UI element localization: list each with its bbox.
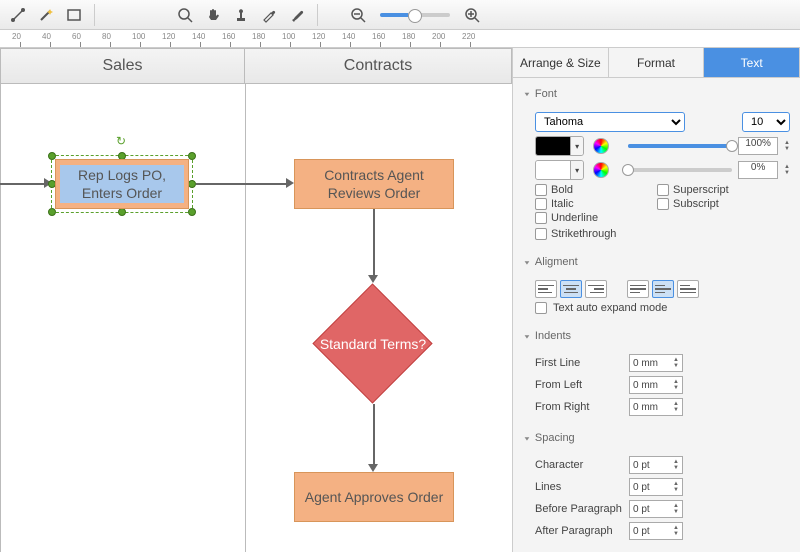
lane-border [245, 84, 246, 552]
node-label: Agent Approves Order [305, 488, 444, 506]
tab-format[interactable]: Format [609, 48, 705, 77]
eyedropper-icon[interactable] [257, 3, 281, 27]
arrow-head-icon [368, 275, 378, 283]
edge [196, 183, 286, 185]
node-rep-logs-po[interactable]: Rep Logs PO, Enters Order [55, 159, 189, 209]
fill-color-picker[interactable]: ▾ [535, 160, 584, 180]
subscript-checkbox[interactable] [657, 198, 669, 210]
node-label: Standard Terms? [320, 335, 426, 353]
separator [317, 4, 318, 26]
zoom-slider[interactable] [380, 13, 450, 17]
fill-opacity-slider[interactable] [628, 168, 732, 172]
tab-text[interactable]: Text [704, 48, 800, 77]
spacing-before-input[interactable]: 0 pt▲▼ [629, 500, 683, 518]
node-agent-approves[interactable]: Agent Approves Order [294, 472, 454, 522]
color-wheel-icon[interactable] [593, 162, 608, 178]
node-label: Rep Logs PO, Enters Order [60, 165, 184, 203]
section-font[interactable]: Font [523, 84, 790, 104]
arrow-head-icon [368, 464, 378, 472]
tool-rect-icon[interactable] [62, 3, 86, 27]
lane-title: Contracts [344, 57, 412, 75]
edge [373, 404, 375, 464]
align-right-button[interactable] [585, 280, 607, 298]
spacing-character-input[interactable]: 0 pt▲▼ [629, 456, 683, 474]
font-family-select[interactable]: Tahoma [535, 112, 685, 132]
spacing-after-input[interactable]: 0 pt▲▼ [629, 522, 683, 540]
valign-top-button[interactable] [627, 280, 649, 298]
hand-tool-icon[interactable] [201, 3, 225, 27]
zoom-tool-icon[interactable] [173, 3, 197, 27]
fill-opacity-value[interactable]: 0% [738, 161, 778, 179]
auto-expand-checkbox[interactable] [535, 302, 547, 314]
stepper-icon[interactable]: ▲▼ [784, 164, 790, 176]
tab-arrange[interactable]: Arrange & Size [513, 48, 609, 77]
stepper-icon[interactable]: ▲▼ [784, 140, 790, 152]
italic-checkbox[interactable] [535, 198, 547, 210]
inspector-body: Font Tahoma 10 ▾ 100% ▲▼ ▾ [513, 78, 800, 552]
node-contracts-agent-reviews[interactable]: Contracts Agent Reviews Order [294, 159, 454, 209]
inspector-tabs: Arrange & Size Format Text [513, 48, 800, 78]
zoom-out-icon[interactable] [346, 3, 370, 27]
lane-title: Sales [102, 57, 142, 75]
bold-checkbox[interactable] [535, 184, 547, 196]
canvas[interactable]: Sales Contracts ↻ Rep Logs PO, Enters Or… [0, 48, 512, 552]
ruler: 20 40 60 80 100 120 140 160 180 100 120 … [0, 30, 800, 48]
tool-magic-wand-icon[interactable] [34, 3, 58, 27]
tool-connector-icon[interactable] [6, 3, 30, 27]
edge [373, 209, 375, 275]
superscript-checkbox[interactable] [657, 184, 669, 196]
valign-middle-button[interactable] [652, 280, 674, 298]
zoom-in-icon[interactable] [460, 3, 484, 27]
separator [94, 4, 95, 26]
node-label: Contracts Agent Reviews Order [299, 166, 449, 202]
indent-first-line-input[interactable]: 0 mm▲▼ [629, 354, 683, 372]
resize-handle[interactable] [118, 208, 126, 216]
align-center-button[interactable] [560, 280, 582, 298]
stamp-tool-icon[interactable] [229, 3, 253, 27]
valign-bottom-button[interactable] [677, 280, 699, 298]
section-indents[interactable]: Indents [523, 326, 790, 346]
resize-handle[interactable] [48, 208, 56, 216]
inspector-panel: Arrange & Size Format Text Font Tahoma 1… [512, 48, 800, 552]
indent-from-right-input[interactable]: 0 mm▲▼ [629, 398, 683, 416]
lane-header-sales[interactable]: Sales [0, 48, 245, 84]
font-size-select[interactable]: 10 [742, 112, 790, 132]
rotate-handle-icon[interactable]: ↻ [116, 134, 128, 146]
text-opacity-slider[interactable] [628, 144, 732, 148]
brush-icon[interactable] [285, 3, 309, 27]
strikethrough-checkbox[interactable] [535, 228, 547, 240]
text-opacity-value[interactable]: 100% [738, 137, 778, 155]
lane-header-contracts[interactable]: Contracts [245, 48, 512, 84]
indent-from-left-input[interactable]: 0 mm▲▼ [629, 376, 683, 394]
resize-handle[interactable] [188, 208, 196, 216]
edge [0, 183, 44, 185]
text-color-picker[interactable]: ▾ [535, 136, 584, 156]
node-standard-terms[interactable]: Standard Terms? [313, 284, 433, 404]
lane-border [0, 84, 1, 552]
arrow-head-icon [286, 178, 294, 188]
section-spacing[interactable]: Spacing [523, 428, 790, 448]
resize-handle[interactable] [188, 180, 196, 188]
underline-checkbox[interactable] [535, 212, 547, 224]
color-wheel-icon[interactable] [593, 138, 608, 154]
align-left-button[interactable] [535, 280, 557, 298]
section-alignment[interactable]: Aligment [523, 252, 790, 272]
toolbar [0, 0, 800, 30]
spacing-lines-input[interactable]: 0 pt▲▼ [629, 478, 683, 496]
resize-handle[interactable] [188, 152, 196, 160]
